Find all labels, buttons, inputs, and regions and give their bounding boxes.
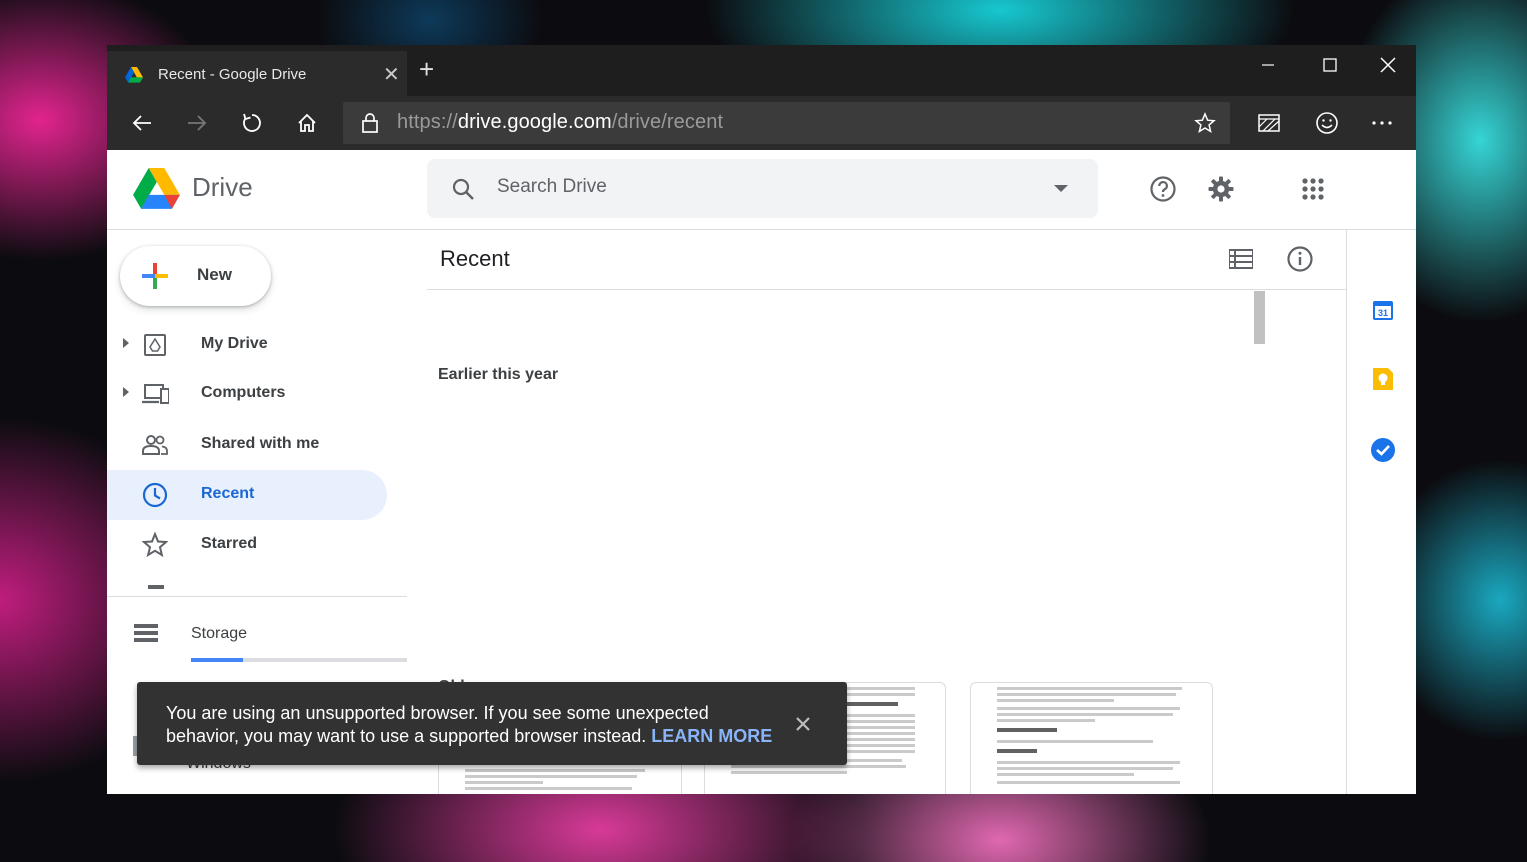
feedback-button[interactable]: [1309, 105, 1345, 141]
unsupported-browser-toast: You are using an unsupported browser. If…: [137, 682, 847, 765]
favorite-star-icon[interactable]: [1194, 112, 1216, 134]
new-tab-button[interactable]: +: [419, 56, 434, 82]
url-path: /drive/recent: [611, 111, 724, 133]
list-view-button[interactable]: [1221, 239, 1261, 279]
tasks-check-icon: [1371, 438, 1395, 462]
learn-more-link[interactable]: LEARN MORE: [651, 726, 772, 746]
trash-icon: [148, 585, 164, 589]
forward-arrow-icon: [188, 115, 207, 131]
sidebar-item-label: Recent: [201, 485, 255, 502]
sidebar-item-my-drive[interactable]: My Drive: [107, 320, 387, 370]
search-input[interactable]: [497, 176, 1017, 198]
drive-logo-text[interactable]: Drive: [192, 172, 253, 203]
new-button-label: New: [197, 265, 232, 284]
back-button[interactable]: [124, 105, 160, 141]
reading-view-button[interactable]: [1251, 105, 1287, 141]
storage-progress-fill: [191, 658, 243, 662]
url-prefix: https://: [397, 111, 458, 133]
storage-icon: [134, 624, 158, 642]
scrollbar-thumb[interactable]: [1254, 291, 1265, 344]
section-earlier-this-year: Earlier this year: [438, 366, 559, 383]
calendar-addon[interactable]: 31: [1366, 293, 1400, 327]
sidebar-item-computers[interactable]: Computers: [107, 369, 387, 419]
reading-view-icon: [1258, 114, 1280, 132]
title-bar: Recent - Google Drive ✕ +: [107, 45, 1416, 96]
keep-addon[interactable]: [1366, 362, 1400, 396]
lock-icon: [362, 113, 378, 133]
toast-message-text: You are using an unsupported browser. If…: [166, 703, 709, 746]
side-panel-border: [1346, 230, 1347, 794]
star-icon: [141, 532, 169, 558]
tab-close-icon[interactable]: ✕: [383, 62, 400, 87]
storage-progress-bar: [191, 658, 407, 662]
minimize-icon: [1262, 64, 1274, 66]
url-host: drive.google.com: [457, 111, 612, 133]
maximize-button[interactable]: [1301, 45, 1359, 85]
sidebar-item-starred[interactable]: Starred: [107, 520, 387, 570]
browser-tab[interactable]: Recent - Google Drive ✕: [107, 51, 407, 96]
plus-icon: [142, 263, 168, 289]
drive-header: Drive: [107, 150, 1416, 230]
home-icon: [298, 113, 316, 132]
expand-arrow-icon[interactable]: [123, 338, 129, 348]
smiley-icon: [1316, 112, 1338, 134]
search-bar[interactable]: [427, 159, 1098, 218]
forward-button[interactable]: [179, 105, 215, 141]
drive-logo-icon[interactable]: [133, 168, 180, 210]
close-window-button[interactable]: [1359, 45, 1416, 85]
computers-icon: [141, 381, 169, 407]
tab-title: Recent - Google Drive: [158, 66, 307, 83]
url-text: https://drive.google.com/drive/recent: [397, 111, 723, 134]
details-button[interactable]: [1280, 239, 1320, 279]
home-button[interactable]: [289, 105, 325, 141]
help-icon: [1150, 176, 1176, 202]
google-drive-favicon-icon: [125, 67, 143, 83]
settings-button[interactable]: [1201, 169, 1241, 209]
refresh-icon: [243, 113, 261, 132]
toast-message: You are using an unsupported browser. If…: [166, 702, 786, 748]
toast-close-icon[interactable]: [790, 711, 816, 737]
main-divider: [427, 289, 1346, 290]
sidebar-item-label: Computers: [201, 384, 286, 401]
search-options-dropdown-icon[interactable]: [1054, 185, 1068, 193]
storage-label[interactable]: Storage: [191, 625, 247, 643]
more-menu-button[interactable]: [1364, 105, 1400, 141]
refresh-button[interactable]: [234, 105, 270, 141]
new-button[interactable]: New: [120, 246, 271, 306]
gear-icon: [1208, 176, 1234, 202]
shared-icon: [141, 432, 169, 458]
drive-page: Drive Search Drive New My Drive Computer…: [107, 150, 1416, 794]
page-title: Recent: [440, 246, 510, 271]
more-horizontal-icon: [1372, 121, 1392, 125]
sidebar-item-recent[interactable]: Recent: [107, 470, 387, 520]
help-button[interactable]: [1143, 169, 1183, 209]
clock-icon: [141, 482, 169, 508]
file-thumbnail[interactable]: [970, 682, 1213, 794]
apps-grid-icon: [1302, 178, 1324, 200]
browser-toolbar: https://drive.google.com/drive/recent: [107, 96, 1416, 150]
sidebar-divider: [107, 596, 407, 597]
sidebar-item-shared-with-me[interactable]: Shared with me: [107, 420, 387, 470]
apps-button[interactable]: [1293, 169, 1333, 209]
sidebar-item-label: Starred: [201, 535, 258, 552]
sidebar-item-label: Shared with me: [201, 435, 320, 452]
maximize-icon: [1323, 58, 1337, 72]
search-icon[interactable]: [451, 177, 475, 201]
back-arrow-icon: [132, 115, 151, 131]
list-view-icon: [1229, 249, 1253, 269]
tasks-addon[interactable]: [1366, 433, 1400, 467]
sidebar-item-label: My Drive: [201, 335, 268, 352]
info-icon: [1287, 246, 1313, 272]
minimize-button[interactable]: [1239, 45, 1297, 85]
close-icon: [1380, 57, 1396, 73]
keep-lightbulb-icon: [1373, 368, 1393, 390]
svg-text:31: 31: [1378, 308, 1388, 318]
browser-window: Recent - Google Drive ✕ + https://drive.…: [107, 45, 1416, 794]
expand-arrow-icon[interactable]: [123, 387, 129, 397]
calendar-icon: 31: [1373, 301, 1393, 320]
address-bar[interactable]: https://drive.google.com/drive/recent: [343, 102, 1230, 144]
my-drive-icon: [141, 332, 169, 358]
